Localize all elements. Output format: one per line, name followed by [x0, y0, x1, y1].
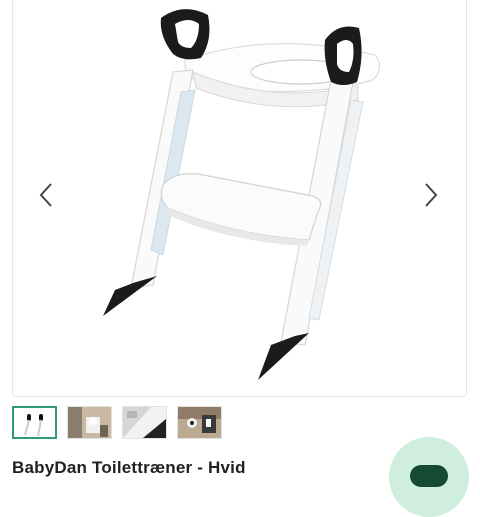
product-title: BabyDan Toilettræner - Hvid — [12, 458, 246, 477]
product-thumbnail-icon — [14, 408, 55, 437]
bathroom-thumbnail-icon — [68, 407, 111, 438]
thumbnail-2[interactable] — [67, 406, 112, 439]
chat-icon — [410, 465, 448, 487]
product-image — [103, 9, 381, 380]
next-image-button[interactable] — [416, 178, 446, 212]
thumbnail-strip — [12, 406, 222, 439]
thumbnail-3[interactable] — [122, 406, 167, 439]
chat-button[interactable] — [389, 437, 469, 517]
chevron-right-icon — [425, 183, 438, 207]
product-image-gallery — [12, 0, 467, 397]
thumbnail-4[interactable] — [177, 406, 222, 439]
closeup-thumbnail-icon — [123, 407, 166, 438]
toilet-thumbnail-icon — [178, 407, 221, 438]
thumbnail-1[interactable] — [12, 406, 57, 439]
chevron-left-icon — [39, 183, 52, 207]
previous-image-button[interactable] — [31, 178, 61, 212]
